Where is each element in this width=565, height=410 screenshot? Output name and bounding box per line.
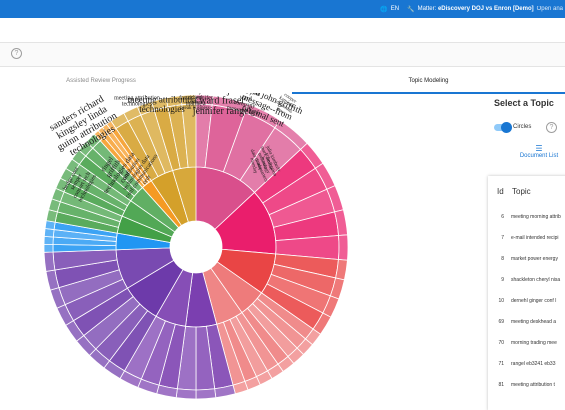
- row-id: 8: [501, 256, 504, 262]
- row-topic: meeting attribution t: [511, 382, 555, 388]
- edge-segment[interactable]: [338, 234, 349, 261]
- document-list-label: Document List: [519, 153, 559, 159]
- document-list-button[interactable]: ☰ Document List: [515, 144, 563, 160]
- tab-topic-modeling-label: Topic Modeling: [408, 78, 449, 84]
- app-window: 🌐 EN 🔧 Matter: eDiscovery DOJ vs Enron […: [0, 0, 565, 410]
- row-topic: market power energy: [511, 256, 558, 262]
- row-topic: dernehl ginger conf l: [511, 298, 557, 304]
- table-row[interactable]: 81 meeting attribution t: [488, 382, 565, 403]
- row-id: 69: [498, 319, 504, 325]
- sunburst-svg[interactable]: arnold johnward fraserjennifer rangelarn…: [0, 93, 485, 410]
- matter-label: Matter:: [417, 6, 437, 12]
- table-row[interactable]: 71 rangel eb3241 eb33: [488, 361, 565, 382]
- globe-icon: 🌐: [380, 6, 388, 13]
- edge-segment[interactable]: [43, 251, 56, 272]
- toggle-knob[interactable]: [501, 122, 512, 133]
- topic-sunburst-chart: arnold johnward fraserjennifer rangelarn…: [0, 93, 485, 410]
- language-label: EN: [390, 6, 400, 12]
- table-row[interactable]: 9 shackleton cheryl nisa: [488, 277, 565, 298]
- row-id: 6: [501, 214, 504, 220]
- language-selector[interactable]: 🌐 EN: [380, 6, 399, 13]
- open-analysis-link[interactable]: Open ana: [537, 6, 563, 12]
- circles-label: Circles: [513, 124, 532, 130]
- row-id: 9: [501, 277, 504, 283]
- row-topic: meeting morning attrib: [511, 214, 561, 220]
- column-header-id: Id: [497, 187, 504, 196]
- table-row[interactable]: 6 meeting morning attrib: [488, 214, 565, 235]
- circles-toggle[interactable]: [494, 122, 512, 133]
- help-icon[interactable]: ?: [546, 122, 557, 133]
- row-id: 81: [498, 382, 504, 388]
- list-icon: ☰: [535, 144, 543, 153]
- row-id: 71: [498, 361, 504, 367]
- column-header-topic: Topic: [512, 187, 531, 196]
- edge-segment[interactable]: [43, 235, 54, 245]
- row-topic: morning trading mee: [511, 340, 557, 346]
- row-id: 70: [498, 340, 504, 346]
- table-row[interactable]: 70 morning trading mee: [488, 340, 565, 361]
- table-row[interactable]: 8 market power energy: [488, 256, 565, 277]
- panel-title: Select a Topic: [494, 98, 554, 108]
- row-topic: e-mail intended recipi: [511, 235, 559, 241]
- edge-segment[interactable]: [175, 388, 197, 400]
- row-id: 10: [498, 298, 504, 304]
- toolbar: ?: [0, 42, 565, 66]
- help-icon[interactable]: ?: [11, 48, 22, 59]
- matter-name: eDiscovery DOJ vs Enron [Demo]: [437, 6, 534, 12]
- tab-bar: Assisted Review Progress Topic Modeling: [0, 66, 565, 94]
- row-id: 7: [501, 235, 504, 241]
- table-row[interactable]: 10 dernehl ginger conf l: [488, 298, 565, 319]
- wrench-icon: 🔧: [407, 6, 415, 13]
- matter-selector[interactable]: 🔧 Matter: eDiscovery DOJ vs Enron [Demo]…: [407, 6, 563, 13]
- topic-table: Id Topic 6 meeting morning attrib 7 e-mail …: [488, 176, 565, 410]
- top-bar: 🌐 EN 🔧 Matter: eDiscovery DOJ vs Enron […: [0, 0, 565, 18]
- tab-assisted-review-progress[interactable]: Assisted Review Progress: [0, 67, 202, 94]
- edge-segment[interactable]: [195, 388, 217, 400]
- sunburst-center[interactable]: [170, 221, 222, 273]
- row-topic: rangel eb3241 eb33: [511, 361, 556, 367]
- table-row[interactable]: 69 meeting deskhead a: [488, 319, 565, 340]
- edge-segment[interactable]: [43, 243, 54, 253]
- row-topic: meeting deskhead a: [511, 319, 557, 325]
- topic-panel: Select a Topic Circles ? ☰ Document List…: [485, 93, 565, 410]
- tab-topic-modeling[interactable]: Topic Modeling: [292, 67, 565, 94]
- table-row[interactable]: 7 e-mail intended recipi: [488, 235, 565, 256]
- row-topic: shackleton cheryl nisa: [511, 277, 561, 283]
